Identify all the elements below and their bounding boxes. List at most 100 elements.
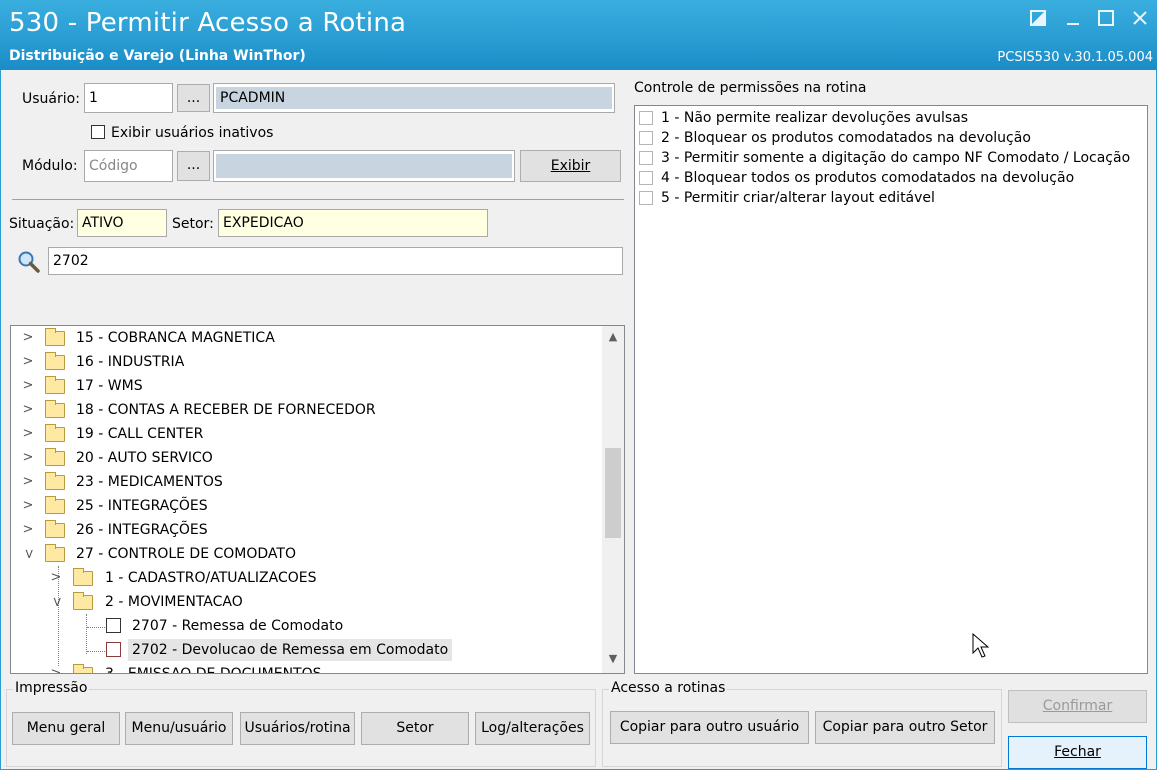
permission-checkbox[interactable] xyxy=(639,171,653,185)
folder-icon xyxy=(45,424,65,442)
mouse-cursor-icon xyxy=(972,632,990,659)
restore-style-icon[interactable] xyxy=(1030,10,1046,31)
chevron-right-icon[interactable]: > xyxy=(21,423,35,445)
tree-item-label: 16 - INDUSTRIA xyxy=(76,354,185,370)
folder-icon xyxy=(45,544,65,562)
modulo-code-input[interactable]: Código xyxy=(84,150,173,182)
modulo-search-button[interactable]: ... xyxy=(177,151,210,181)
tree-item-label: 2 - MOVIMENTACAO xyxy=(105,594,243,610)
chevron-right-icon[interactable]: > xyxy=(21,519,35,541)
folder-icon xyxy=(73,568,93,586)
usuario-name-value: PCADMIN xyxy=(220,90,286,106)
log-alteracoes-button[interactable]: Log/alterações xyxy=(475,712,590,745)
version-label: PCSIS530 v.30.1.05.004 xyxy=(997,50,1153,65)
tree-item[interactable]: > 16 - INDUSTRIA xyxy=(11,351,601,373)
permission-label: 2 - Bloquear os produtos comodatados na … xyxy=(661,130,1031,146)
modulo-name-field xyxy=(213,150,515,182)
search-input[interactable]: 2702 xyxy=(48,247,623,275)
chevron-right-icon[interactable]: > xyxy=(49,663,63,673)
folder-icon xyxy=(45,400,65,418)
chevron-right-icon[interactable]: > xyxy=(21,375,35,397)
folder-icon xyxy=(45,520,65,538)
tree-item[interactable]: > 25 - INTEGRAÇÕES xyxy=(11,495,601,517)
inativos-label: Exibir usuários inativos xyxy=(111,125,274,141)
tree-item[interactable]: > 18 - CONTAS A RECEBER DE FORNECEDOR xyxy=(11,399,601,421)
folder-icon xyxy=(45,472,65,490)
tree-item-label: 27 - CONTROLE DE COMODATO xyxy=(76,546,296,562)
tree-item-label: 20 - AUTO SERVICO xyxy=(76,450,213,466)
tree-item[interactable]: > 19 - CALL CENTER xyxy=(11,423,601,445)
folder-icon xyxy=(45,448,65,466)
close-icon[interactable] xyxy=(1132,10,1148,31)
menu-geral-button[interactable]: Menu geral xyxy=(12,712,120,745)
permission-label: 5 - Permitir criar/alterar layout editáv… xyxy=(661,190,935,206)
chevron-down-icon[interactable]: > xyxy=(45,595,67,609)
permissions-title: Controle de permissões na rotina xyxy=(634,80,867,96)
chevron-right-icon[interactable]: > xyxy=(21,495,35,517)
permission-label: 3 - Permitir somente a digitação do camp… xyxy=(661,150,1131,166)
usuario-search-button[interactable]: ... xyxy=(177,84,210,112)
tree-item[interactable]: > 3 - EMISSAO DE DOCUMENTOS xyxy=(11,663,601,673)
setor-field: EXPEDICAO xyxy=(218,209,488,237)
permission-checkbox[interactable] xyxy=(639,111,653,125)
tree-item[interactable]: > 2 - MOVIMENTACAO xyxy=(11,591,601,613)
tree-item-label: 1 - CADASTRO/ATUALIZACOES xyxy=(105,570,317,586)
exibir-button[interactable]: Exibir xyxy=(520,150,621,182)
tree-item[interactable]: 2707 - Remessa de Comodato xyxy=(11,615,601,637)
permission-label: 1 - Não permite realizar devoluções avul… xyxy=(661,110,969,126)
tree-item[interactable]: > 27 - CONTROLE DE COMODATO xyxy=(11,543,601,565)
usuario-code-input[interactable]: 1 xyxy=(84,83,173,113)
chevron-down-icon[interactable]: > xyxy=(17,547,39,561)
chevron-right-icon[interactable]: > xyxy=(21,399,35,421)
scroll-down-icon[interactable]: ▼ xyxy=(602,652,624,665)
chevron-right-icon[interactable]: > xyxy=(21,447,35,469)
divider xyxy=(12,199,624,200)
chevron-right-icon[interactable]: > xyxy=(49,567,63,589)
folder-icon xyxy=(45,352,65,370)
copiar-usuario-button[interactable]: Copiar para outro usuário xyxy=(610,711,809,744)
usuarios-rotina-button[interactable]: Usuários/rotina xyxy=(240,712,355,745)
copiar-setor-button[interactable]: Copiar para outro Setor xyxy=(815,711,995,744)
folder-icon xyxy=(45,376,65,394)
chevron-right-icon[interactable]: > xyxy=(21,351,35,373)
tree-item[interactable]: > 23 - MEDICAMENTOS xyxy=(11,471,601,493)
tree-item-label: 25 - INTEGRAÇÕES xyxy=(76,498,208,514)
setor-button[interactable]: Setor xyxy=(361,712,469,745)
tree-item-label: 18 - CONTAS A RECEBER DE FORNECEDOR xyxy=(76,402,376,418)
tree-item[interactable]: > 15 - COBRANCA MAGNETICA xyxy=(11,327,601,349)
usuario-name-field: PCADMIN xyxy=(213,83,615,113)
fechar-button[interactable]: Fechar xyxy=(1008,736,1147,769)
chevron-right-icon[interactable]: > xyxy=(21,471,35,493)
folder-icon xyxy=(45,328,65,346)
maximize-icon[interactable] xyxy=(1098,10,1114,31)
tree-item[interactable]: > 1 - CADASTRO/ATUALIZACOES xyxy=(11,567,601,589)
window-title: 530 - Permitir Acesso a Rotina xyxy=(9,8,407,38)
permission-checkbox[interactable] xyxy=(639,191,653,205)
scroll-up-icon[interactable]: ▲ xyxy=(602,330,624,343)
tree-item-label: 17 - WMS xyxy=(76,378,143,394)
tree-item-selected[interactable]: 2702 - Devolucao de Remessa em Comodato xyxy=(11,639,601,661)
tree-item[interactable]: > 26 - INTEGRAÇÕES xyxy=(11,519,601,541)
tree-item-label: 19 - CALL CENTER xyxy=(76,426,204,442)
minimize-icon[interactable] xyxy=(1066,10,1080,31)
folder-icon xyxy=(73,592,93,610)
acesso-legend: Acesso a rotinas xyxy=(609,680,728,696)
tree-item[interactable]: > 20 - AUTO SERVICO xyxy=(11,447,601,469)
confirmar-button[interactable]: Confirmar xyxy=(1008,690,1147,723)
routine-tree[interactable]: > 15 - COBRANCA MAGNETICA > 16 - INDUSTR… xyxy=(10,325,625,674)
tree-item-label: 23 - MEDICAMENTOS xyxy=(76,474,223,490)
folder-icon xyxy=(73,664,93,673)
tree-item[interactable]: > 17 - WMS xyxy=(11,375,601,397)
menu-usuario-button[interactable]: Menu/usuário xyxy=(125,712,233,745)
routine-checkbox[interactable] xyxy=(106,618,121,633)
permission-checkbox[interactable] xyxy=(639,131,653,145)
inativos-checkbox[interactable] xyxy=(91,125,105,139)
chevron-right-icon[interactable]: > xyxy=(21,327,35,349)
folder-icon xyxy=(45,496,65,514)
scrollbar-thumb[interactable] xyxy=(605,448,621,538)
tree-item-label: 2702 - Devolucao de Remessa em Comodato xyxy=(128,639,453,661)
search-icon xyxy=(17,250,41,274)
routine-checkbox[interactable] xyxy=(106,642,121,657)
tree-scrollbar[interactable]: ▲ ▼ xyxy=(602,326,624,673)
permission-checkbox[interactable] xyxy=(639,151,653,165)
